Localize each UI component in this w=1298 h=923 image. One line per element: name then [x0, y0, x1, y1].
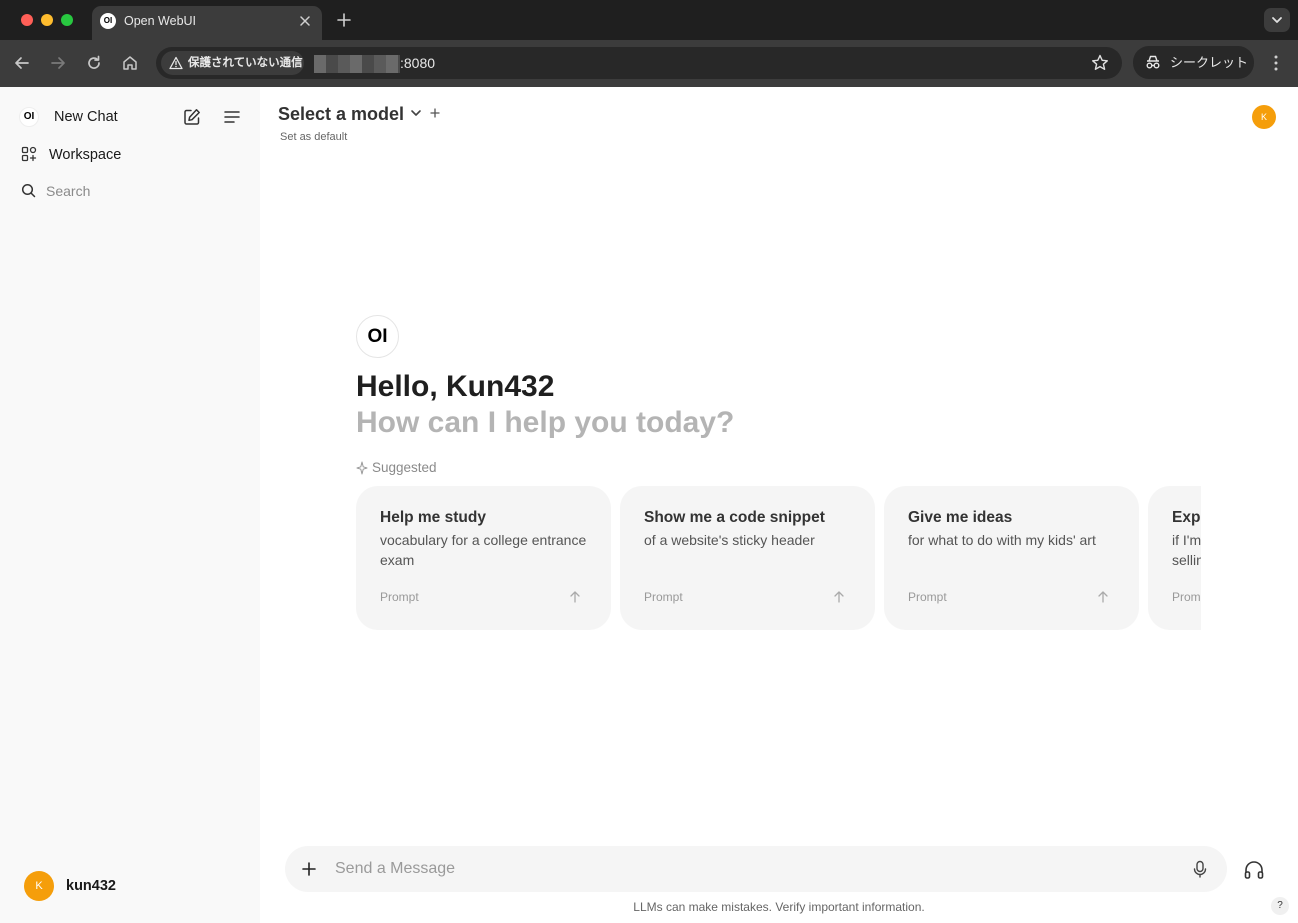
sparkle-icon: [356, 461, 368, 475]
security-label: 保護されていない通信: [188, 57, 303, 69]
window-minimize-button[interactable]: [41, 14, 53, 26]
arrow-up-icon: [570, 591, 580, 603]
suggestion-card[interactable]: Explain options trading if I'm familiar …: [1148, 486, 1201, 630]
prompt-tag: Prompt: [908, 590, 947, 604]
chevron-down-icon: [1272, 17, 1282, 23]
plus-icon[interactable]: [301, 861, 317, 877]
disclaimer-text: LLMs can make mistakes. Verify important…: [633, 900, 925, 914]
tab-title: Open WebUI: [124, 14, 197, 28]
favicon-icon: OI: [100, 13, 116, 29]
arrow-up-icon: [1098, 591, 1108, 603]
greeting-subtitle: How can I help you today?: [356, 406, 735, 439]
prompt-tag: Prompt: [644, 590, 683, 604]
window-zoom-button[interactable]: [61, 14, 73, 26]
edit-icon[interactable]: [182, 107, 202, 127]
suggestion-title: Show me a code snippet: [644, 509, 825, 526]
sidebar: OI New Chat Workspace Search K kun432: [0, 87, 260, 923]
new-chat-link[interactable]: New Chat: [54, 108, 118, 126]
forward-arrow-icon[interactable]: [48, 53, 68, 73]
disclaimer: LLMs can make mistakes. Verify important…: [0, 900, 1298, 914]
suggestion-card[interactable]: Give me ideas for what to do with my kid…: [884, 486, 1139, 630]
suggested-label: Suggested: [372, 460, 437, 475]
tab-search-button[interactable]: [1264, 8, 1290, 32]
warning-icon: [169, 56, 183, 70]
incognito-indicator[interactable]: シークレット: [1133, 46, 1254, 79]
more-vertical-icon[interactable]: [1266, 53, 1286, 73]
redacted-host: [314, 55, 400, 73]
suggestion-description: vocabulary for a college entrance exam: [380, 532, 587, 568]
workspace-icon: [21, 146, 37, 162]
suggestion-title: Help me study: [380, 509, 486, 526]
suggestion-title: Explain options trading: [1172, 509, 1201, 526]
help-button[interactable]: ?: [1271, 897, 1289, 915]
search-input[interactable]: Search: [46, 182, 90, 200]
greeting-title: Hello, Kun432: [356, 370, 555, 403]
app-logo[interactable]: OI: [19, 107, 39, 127]
back-arrow-icon[interactable]: [12, 53, 32, 73]
suggestion-list: Help me study vocabulary for a college e…: [356, 486, 1201, 631]
reload-icon[interactable]: [84, 53, 104, 73]
browser-tab[interactable]: OI Open WebUI: [92, 6, 322, 40]
headphones-icon[interactable]: [1242, 858, 1266, 882]
suggestion-card[interactable]: Help me study vocabulary for a college e…: [356, 486, 611, 630]
suggestion-description: if I'm familiar with buying and selling …: [1172, 532, 1201, 568]
message-input[interactable]: [335, 859, 1155, 879]
browser-toolbar: 保護されていない通信 :8080 シークレット: [0, 40, 1298, 87]
chevron-down-icon[interactable]: [409, 106, 423, 120]
microphone-icon[interactable]: [1190, 859, 1210, 879]
app-logo: OI: [356, 315, 399, 358]
prompt-tag: Prompt: [1172, 590, 1201, 604]
home-icon[interactable]: [120, 53, 140, 73]
arrow-up-icon: [834, 591, 844, 603]
suggestion-description: of a website's sticky header: [644, 532, 815, 548]
new-tab-button[interactable]: [335, 11, 353, 29]
address-bar[interactable]: 保護されていない通信 :8080: [156, 47, 1122, 79]
menu-icon[interactable]: [222, 107, 242, 127]
search-icon: [21, 183, 36, 198]
message-composer: [285, 846, 1227, 892]
avatar[interactable]: K: [24, 871, 54, 901]
close-icon[interactable]: [296, 12, 314, 30]
url-text: :8080: [400, 55, 436, 71]
incognito-icon: [1146, 55, 1160, 69]
suggestion-title: Give me ideas: [908, 509, 1013, 526]
add-model-icon[interactable]: [429, 107, 441, 119]
set-default-button[interactable]: Set as default: [280, 130, 347, 144]
model-selector[interactable]: Select a model: [278, 103, 404, 125]
workspace-link[interactable]: Workspace: [49, 146, 121, 164]
bookmark-star-icon[interactable]: [1090, 53, 1110, 73]
security-indicator[interactable]: 保護されていない通信: [161, 51, 304, 75]
browser-tab-bar: OI Open WebUI: [0, 0, 1298, 40]
suggestion-description: for what to do with my kids' art: [908, 532, 1096, 548]
prompt-tag: Prompt: [380, 590, 419, 604]
window-close-button[interactable]: [21, 14, 33, 26]
incognito-label: シークレット: [1170, 55, 1249, 70]
user-name[interactable]: kun432: [66, 877, 116, 895]
avatar[interactable]: K: [1252, 105, 1276, 129]
suggestion-card[interactable]: Show me a code snippet of a website's st…: [620, 486, 875, 630]
